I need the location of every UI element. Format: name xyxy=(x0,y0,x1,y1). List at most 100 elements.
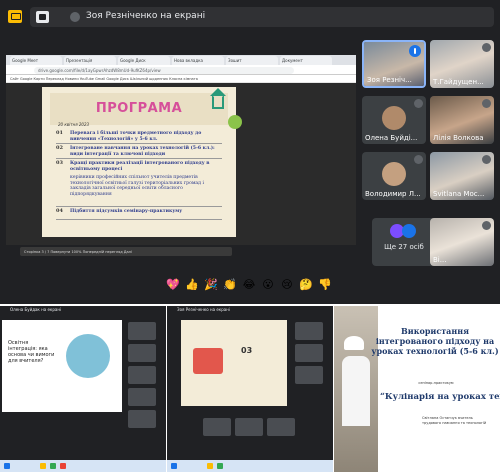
mic-off-icon xyxy=(482,155,491,164)
app-icon[interactable] xyxy=(60,463,66,469)
browser-tabs: Google Меет Презентація Google Диск Нова… xyxy=(6,55,356,65)
illustration xyxy=(193,348,223,374)
cry-icon[interactable]: 😢 xyxy=(280,278,294,292)
presenter-banner: Олена Буйдак на екрані xyxy=(0,306,166,314)
title-slide-thumbnail: Використання інтегрованого підходу на ур… xyxy=(334,306,500,472)
participant-tile[interactable]: Svitlana Мос... xyxy=(430,152,494,200)
meet-window: Освітня інтеграція: яка основа чи вимоги… xyxy=(0,314,166,460)
start-icon[interactable] xyxy=(171,463,177,469)
avatar xyxy=(402,224,416,238)
browser-tab[interactable]: Google Диск xyxy=(118,56,170,65)
divider xyxy=(56,143,222,144)
house-icon xyxy=(210,88,226,109)
puzzle-illustration xyxy=(66,334,110,378)
taskbar xyxy=(0,460,166,472)
folder-icon[interactable] xyxy=(40,463,46,469)
presenter-banner: Зоя Резніченко на екрані xyxy=(30,7,494,27)
shared-screen: Google Меет Презентація Google Диск Нова… xyxy=(6,55,356,256)
url-input[interactable]: drive.google.com/file/d/1ayGpwrAhzdW8mUd… xyxy=(34,67,294,74)
participant-tile[interactable] xyxy=(295,322,323,340)
participant-name: Svitlana Мос... xyxy=(433,190,485,198)
more-participants-tile[interactable]: Ще 27 осіб xyxy=(372,218,436,266)
participant-tile[interactable] xyxy=(295,344,323,362)
browser-tab[interactable]: Зошит xyxy=(226,56,278,65)
present-icon xyxy=(36,11,49,23)
laugh-icon[interactable]: 😂 xyxy=(242,278,256,292)
address-bar: drive.google.com/file/d/1ayGpwrAhzdW8mUd… xyxy=(6,65,356,75)
slide-number: 03 xyxy=(241,346,253,355)
participant-tile[interactable]: Володимир Л... xyxy=(362,152,426,200)
leaf-icon xyxy=(228,115,242,129)
participant-tile[interactable] xyxy=(235,418,263,436)
thinking-icon[interactable]: 🤔 xyxy=(299,278,313,292)
others-count: Ще 27 осіб xyxy=(384,243,424,251)
presentation-slide: 03 xyxy=(181,320,287,406)
screenshot-thumbnail: Олена Буйдак на екрані Освітня інтеграці… xyxy=(0,306,166,472)
slide-title: Використання інтегрованого підходу на ур… xyxy=(371,326,499,356)
slide-text: Освітня інтеграція: яка основа чи вимоги… xyxy=(8,340,55,364)
participant-tile[interactable]: Олена Буйді... xyxy=(362,96,426,144)
participant-tile[interactable] xyxy=(128,410,156,428)
folder-icon[interactable] xyxy=(207,463,213,469)
avatar xyxy=(382,162,406,186)
avatar xyxy=(382,106,406,130)
participant-tile[interactable]: Ві... xyxy=(430,218,494,266)
participant-tile[interactable] xyxy=(128,366,156,384)
browser-tab[interactable]: Презентація xyxy=(64,56,116,65)
participant-tile[interactable] xyxy=(128,388,156,406)
slide-author: Світлана Остапчук вчитель трудового навч… xyxy=(422,416,487,425)
browser-tab[interactable]: Документ xyxy=(280,56,332,65)
participant-tile[interactable]: Зоя Резніч... xyxy=(362,40,426,88)
pdf-viewer: ПРОГРАМА 20 квітня 2023 01 Перевага і біл… xyxy=(6,83,356,256)
screenshot-thumbnail: Зоя Резніченко на екрані 03 xyxy=(167,306,333,472)
surprised-icon[interactable]: 😮 xyxy=(261,278,275,292)
mic-off-icon xyxy=(482,221,491,230)
heart-icon[interactable]: 💖 xyxy=(166,278,180,292)
taskbar xyxy=(167,460,333,472)
pdf-toolbar[interactable]: Сторінка 3 / 7 Повернути 100% Попередній… xyxy=(20,247,232,256)
participant-name: Т.Гайдущен... xyxy=(433,78,484,86)
mic-off-icon xyxy=(414,99,423,108)
mic-off-icon xyxy=(414,155,423,164)
presentation-slide: Освітня інтеграція: яка основа чи вимоги… xyxy=(2,320,122,412)
participant-name: Лілія Волкова xyxy=(433,134,484,142)
divider xyxy=(56,219,222,220)
participant-tile[interactable]: Т.Гайдущен... xyxy=(430,40,494,88)
presentation-slide: ПРОГРАМА 20 квітня 2023 01 Перевага і біл… xyxy=(42,87,242,237)
avatar xyxy=(70,12,80,22)
browser-tab[interactable]: Нова вкладка xyxy=(172,56,224,65)
slide-subtitle: сенінар-практикум xyxy=(418,381,454,385)
browser-tab[interactable]: Google Меет xyxy=(10,56,62,65)
slide-date: 20 квітня 2023 xyxy=(58,122,90,127)
participant-name: Олена Буйді... xyxy=(365,134,418,142)
participant-tile[interactable] xyxy=(267,418,295,436)
participant-tile[interactable] xyxy=(295,366,323,384)
mic-off-icon xyxy=(482,43,491,52)
mic-off-icon xyxy=(482,99,491,108)
chrome-icon[interactable] xyxy=(50,463,56,469)
mic-on-icon xyxy=(409,45,421,57)
slide-title: ПРОГРАМА xyxy=(95,101,183,116)
meet-window: 03 xyxy=(167,314,333,460)
slide-topic: “Кулінарія на уроках технологій” xyxy=(380,392,500,402)
bookmarks-bar[interactable]: Сайт Google Карти Переклад Новини YouTub… xyxy=(6,75,356,83)
divider xyxy=(56,158,222,159)
participant-tile[interactable] xyxy=(128,344,156,362)
participant-tile[interactable]: Лілія Волкова xyxy=(430,96,494,144)
presenter-banner: Зоя Резніченко на екрані xyxy=(167,306,333,314)
divider xyxy=(56,206,222,207)
participant-tile[interactable] xyxy=(203,418,231,436)
clap-icon[interactable]: 👏 xyxy=(223,278,237,292)
presenter-label: Зоя Резніченко на екрані xyxy=(86,11,206,21)
chrome-icon[interactable] xyxy=(217,463,223,469)
participant-name: Зоя Резніч... xyxy=(367,76,412,84)
thumbs-up-icon[interactable]: 👍 xyxy=(185,278,199,292)
participant-tile[interactable] xyxy=(128,322,156,340)
thumbs-down-icon[interactable]: 👎 xyxy=(318,278,332,292)
present-screen-icon xyxy=(8,10,22,23)
participant-name: Ві... xyxy=(433,256,447,264)
party-icon[interactable]: 🎉 xyxy=(204,278,218,292)
start-icon[interactable] xyxy=(4,463,10,469)
participant-name: Володимир Л... xyxy=(365,190,421,198)
reactions-bar: 💖 👍 🎉 👏 😂 😮 😢 🤔 👎 xyxy=(160,275,340,297)
